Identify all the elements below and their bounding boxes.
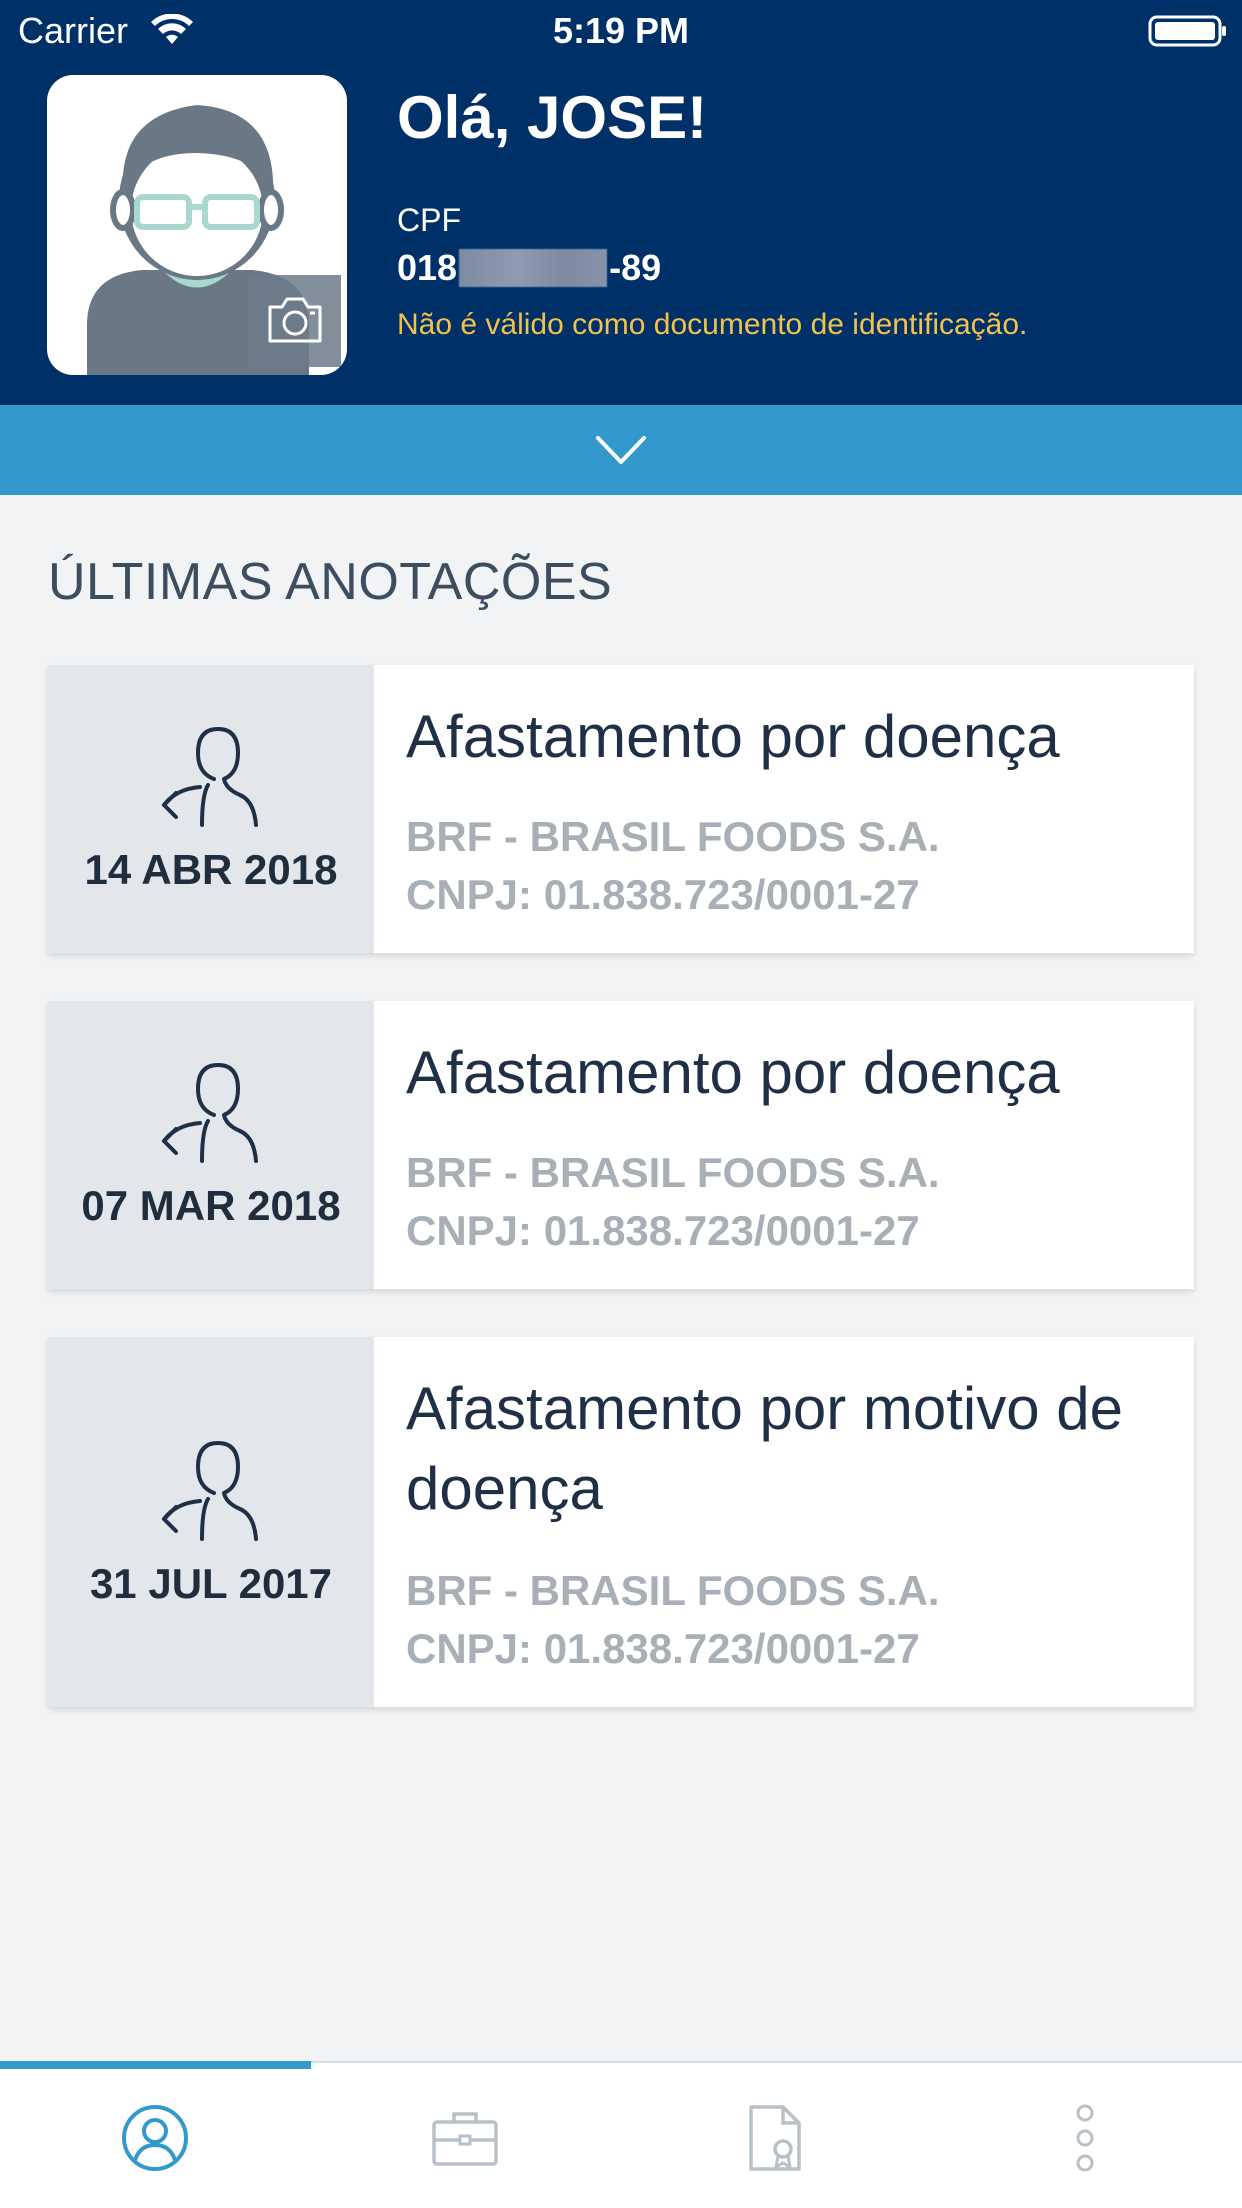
annotation-date-panel: 07 MAR 2018: [48, 1001, 374, 1289]
annotation-card[interactable]: 31 JUL 2017 Afastamento por motivo de do…: [48, 1337, 1194, 1707]
tab-profile[interactable]: [0, 2073, 310, 2203]
cpf-prefix: 018: [397, 247, 458, 288]
more-vertical-icon: [1076, 2104, 1094, 2172]
battery-icon: [1148, 15, 1226, 47]
person-leave-icon: [162, 727, 258, 827]
cpf-label: CPF: [397, 202, 461, 238]
cpf-value: 018 -89: [397, 246, 661, 290]
tab-work[interactable]: [310, 2073, 620, 2203]
annotation-card[interactable]: 07 MAR 2018 Afastamento por doença BRF -…: [48, 1001, 1194, 1289]
person-leave-icon: [162, 1441, 258, 1541]
annotation-company: BRF - BRASIL FOODS S.A.: [406, 1567, 940, 1614]
status-bar: Carrier 5:19 PM: [0, 0, 1242, 62]
section-title: ÚLTIMAS ANOTAÇÕES: [48, 553, 613, 611]
briefcase-icon: [432, 2112, 498, 2166]
annotation-cnpj: CNPJ: 01.838.723/0001-27: [406, 1625, 920, 1672]
active-tab-indicator: [0, 2061, 311, 2069]
annotation-card[interactable]: 14 ABR 2018 Afastamento por doença BRF -…: [48, 665, 1194, 953]
change-photo-button[interactable]: [249, 275, 341, 367]
cpf-warning: Não é válido como documento de identific…: [397, 308, 1028, 341]
bottom-tab-bar: [0, 2061, 1242, 2208]
annotation-cnpj: CNPJ: 01.838.723/0001-27: [406, 871, 920, 918]
annotation-date-panel: 31 JUL 2017: [48, 1337, 374, 1707]
person-leave-icon: [162, 1063, 258, 1163]
avatar[interactable]: [47, 75, 347, 375]
annotation-cnpj: CNPJ: 01.838.723/0001-27: [406, 1207, 920, 1254]
annotation-company: BRF - BRASIL FOODS S.A.: [406, 813, 940, 860]
cpf-redacted-block: [459, 249, 608, 287]
annotation-details: Afastamento por doença BRF - BRASIL FOOD…: [374, 665, 1194, 953]
annotation-date: 31 JUL 2017: [89, 1560, 333, 1607]
annotation-details: Afastamento por motivo de doença BRF - B…: [374, 1337, 1194, 1707]
expand-profile-button[interactable]: [0, 405, 1242, 495]
cpf-suffix: -89: [609, 247, 662, 288]
profile-icon: [122, 2105, 188, 2171]
camera-icon: [268, 297, 322, 343]
annotation-date-panel: 14 ABR 2018: [48, 665, 374, 953]
annotation-date: 07 MAR 2018: [81, 1182, 341, 1229]
annotation-title: Afastamento por doença: [406, 703, 1060, 770]
status-time: 5:19 PM: [552, 10, 690, 51]
chevron-down-icon: [596, 436, 646, 464]
annotation-date: 14 ABR 2018: [84, 846, 338, 893]
certificate-document-icon: [749, 2105, 801, 2171]
annotation-title: Afastamento por motivo de doença: [406, 1375, 1124, 1522]
annotation-title: Afastamento por doença: [406, 1039, 1060, 1106]
annotation-details: Afastamento por doença BRF - BRASIL FOOD…: [374, 1001, 1194, 1289]
annotation-company: BRF - BRASIL FOODS S.A.: [406, 1149, 940, 1196]
tab-more[interactable]: [930, 2073, 1240, 2203]
profile-header: Carrier 5:19 PM Olá, JOSE! CPF 018 -89 N…: [0, 0, 1242, 405]
tab-documents[interactable]: [620, 2073, 930, 2203]
greeting: Olá, JOSE!: [397, 84, 708, 151]
